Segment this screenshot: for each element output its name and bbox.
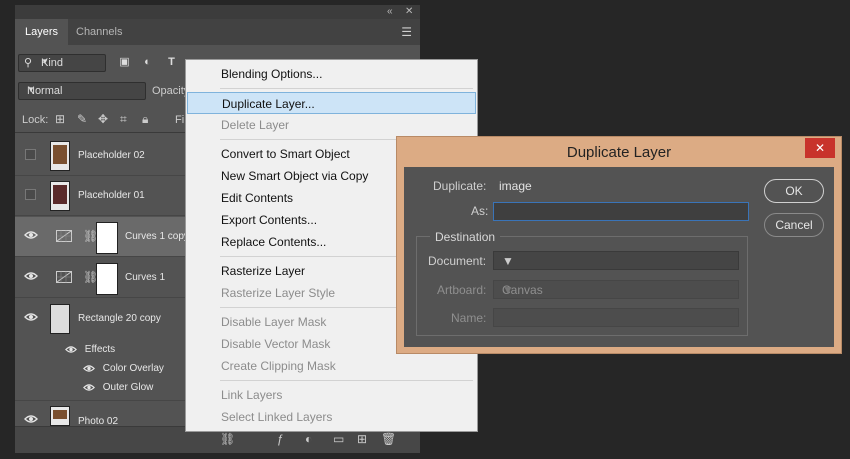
blend-mode-select[interactable]: Normal ▼ — [18, 82, 146, 100]
collapse-icon[interactable]: « — [387, 5, 393, 19]
close-icon: ✕ — [814, 141, 826, 155]
layer-mask-thumbnail[interactable] — [96, 263, 118, 295]
eye-icon[interactable] — [24, 414, 38, 424]
pixel-filter-icon[interactable]: ▣ — [118, 56, 131, 68]
destination-label: Destination — [430, 230, 501, 244]
chevron-down-icon: ▼ — [502, 254, 514, 268]
name-input[interactable] — [493, 308, 739, 327]
dialog-title: Duplicate Layer — [566, 144, 672, 161]
menu-item-blending-options[interactable]: Blending Options... — [187, 63, 476, 85]
eye-icon[interactable] — [24, 271, 38, 281]
layer-thumbnail — [50, 304, 70, 334]
layer-mask-thumbnail[interactable] — [96, 222, 118, 254]
layer-name: Placeholder 01 — [78, 190, 145, 201]
panel-menu-icon[interactable]: ☰ — [401, 25, 412, 39]
fill-label: Fi — [175, 114, 185, 126]
tab-channels[interactable]: Channels — [66, 19, 132, 45]
layer-name: Curves 1 copy — [125, 231, 189, 242]
chevron-down-icon: ▼ — [502, 283, 514, 297]
filter-kind-select[interactable]: ⚲ Kind ▼ — [18, 54, 106, 72]
effects-label: Effects — [84, 344, 116, 355]
artboard-select[interactable]: Canvas ▼ — [493, 280, 739, 299]
layer-name: Curves 1 — [125, 272, 166, 283]
link-layers-icon[interactable]: ⛓ — [220, 432, 235, 446]
search-icon: ⚲ — [24, 57, 33, 69]
close-button[interactable]: ✕ — [805, 138, 835, 158]
effects-row[interactable]: Effects — [65, 341, 115, 359]
ok-button[interactable]: OK — [764, 179, 824, 203]
duplicate-label: Duplicate: — [433, 179, 487, 193]
type-filter-icon[interactable]: T — [165, 56, 178, 68]
menu-item-link-layers[interactable]: Link Layers — [187, 384, 476, 406]
adjustment-icon[interactable]: ◐ — [305, 432, 312, 446]
layer-thumbnail — [50, 141, 70, 171]
layer-name: Rectangle 20 copy — [78, 313, 161, 324]
lock-all-icon[interactable]: 🔒︎ — [142, 112, 148, 127]
lock-artboard-icon[interactable]: ⌗ — [120, 112, 127, 127]
layer-thumbnail — [50, 406, 70, 426]
effect-item[interactable]: Outer Glow — [83, 379, 153, 397]
menu-item-select-linked-layers[interactable]: Select Linked Layers — [187, 406, 476, 428]
lock-label: Lock: — [22, 114, 49, 126]
menu-separator — [220, 380, 473, 381]
close-panel-icon[interactable]: ✕ — [405, 5, 413, 19]
name-label: Name: — [451, 311, 487, 325]
eye-icon[interactable] — [65, 345, 77, 354]
menu-item-duplicate-layer[interactable]: Duplicate Layer... — [187, 92, 476, 114]
lock-brush-icon[interactable]: ✎ — [77, 112, 87, 126]
adjustment-filter-icon[interactable]: ◐ — [141, 56, 154, 68]
group-folder-icon[interactable]: ▭ — [333, 432, 344, 446]
menu-item-delete-layer[interactable]: Delete Layer — [187, 114, 476, 136]
menu-item-create-clipping-mask[interactable]: Create Clipping Mask — [187, 355, 476, 377]
fx-icon[interactable]: ƒ — [277, 432, 284, 446]
eye-icon[interactable] — [24, 312, 38, 322]
opacity-label: Opacity — [152, 85, 190, 97]
eye-icon[interactable] — [83, 364, 95, 373]
duplicate-layer-dialog: Duplicate Layer ✕ Duplicate: image As: D… — [396, 136, 842, 354]
effect-name: Outer Glow — [102, 382, 154, 393]
document-label: Document: — [428, 254, 487, 268]
layer-name: Placeholder 02 — [78, 150, 145, 161]
eye-icon[interactable] — [24, 230, 38, 240]
panel-tab-bar: Layers Channels ☰ — [15, 19, 420, 45]
chevron-down-icon: ▼ — [41, 57, 49, 66]
dialog-body: Duplicate: image As: Destination Documen… — [404, 167, 834, 347]
eye-icon[interactable] — [83, 383, 95, 392]
as-label: As: — [471, 204, 489, 218]
artboard-label: Artboard: — [437, 283, 487, 297]
document-select[interactable]: ▼ — [493, 251, 739, 270]
lock-transparent-icon[interactable]: ⊞ — [55, 112, 65, 126]
curves-adjustment-icon — [56, 271, 72, 283]
duplicate-value: image — [499, 179, 532, 193]
tab-layers[interactable]: Layers — [15, 19, 69, 45]
effect-item[interactable]: Color Overlay — [83, 360, 164, 378]
new-layer-icon[interactable]: ⊞ — [357, 432, 367, 446]
as-input[interactable] — [493, 202, 749, 221]
visibility-toggle[interactable] — [25, 149, 36, 160]
panel-top-strip: « ✕ — [15, 5, 420, 19]
layer-thumbnail — [50, 181, 70, 211]
menu-separator — [220, 88, 473, 89]
chevron-down-icon: ▼ — [27, 85, 35, 94]
lock-move-icon[interactable]: ✥ — [98, 112, 108, 126]
trash-icon[interactable]: 🗑︎ — [381, 432, 396, 446]
curves-adjustment-icon — [56, 230, 72, 242]
effect-name: Color Overlay — [102, 363, 164, 374]
visibility-toggle[interactable] — [25, 189, 36, 200]
cancel-button[interactable]: Cancel — [764, 213, 824, 237]
